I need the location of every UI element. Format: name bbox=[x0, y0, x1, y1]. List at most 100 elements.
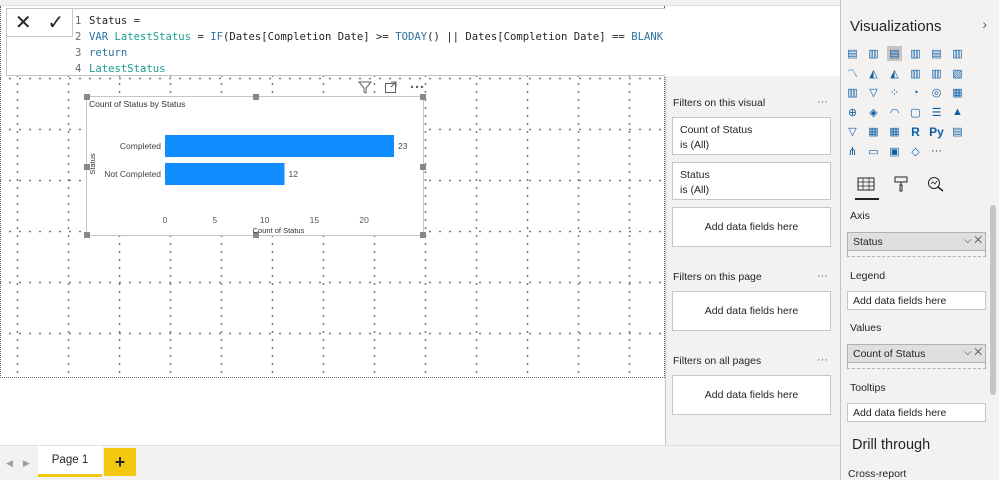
tooltips-well[interactable]: Add data fields here bbox=[847, 403, 986, 422]
matrix-icon[interactable]: ▦ bbox=[887, 124, 902, 139]
filter-card-status[interactable]: Status is (All) bbox=[672, 162, 831, 200]
map-icon[interactable]: ⊕ bbox=[845, 105, 860, 120]
code-token: BLANK bbox=[631, 31, 664, 43]
filter-icon[interactable] bbox=[358, 80, 372, 94]
stacked-column-icon[interactable]: ▥ bbox=[866, 46, 881, 61]
more-options-icon[interactable]: ··· bbox=[817, 96, 828, 108]
more-options-icon[interactable]: ··· bbox=[817, 270, 828, 282]
pane-scrollbar[interactable] bbox=[990, 205, 996, 395]
filter-field-name: Status bbox=[680, 169, 710, 181]
well-controls[interactable]: ⌵ ✕ bbox=[964, 235, 982, 246]
prev-page-icon[interactable]: ◀ bbox=[6, 458, 13, 469]
code-token: VAR bbox=[89, 31, 115, 43]
page-nav: ◀ ▶ bbox=[6, 458, 30, 469]
data-label: 23 bbox=[398, 141, 408, 151]
next-page-icon[interactable]: ▶ bbox=[23, 458, 30, 469]
key-influencers-icon[interactable]: ▤ bbox=[950, 124, 965, 139]
add-data-fields-all-pages[interactable]: Add data fields here bbox=[672, 375, 831, 415]
code-token: () || Dates[Completion Date] == bbox=[427, 31, 632, 43]
commit-icon[interactable]: ✓ bbox=[47, 13, 64, 33]
line-column-icon[interactable]: ▥ bbox=[908, 66, 923, 81]
chart-svg: Completed 23 Not Completed 12 0 5 10 15 20 Count … bbox=[88, 135, 408, 235]
treemap-icon[interactable]: ▦ bbox=[950, 85, 965, 100]
100-column-icon[interactable]: ▥ bbox=[950, 46, 965, 61]
decomposition-tree-icon[interactable]: ⋔ bbox=[845, 144, 860, 159]
code-token: = bbox=[191, 31, 211, 43]
tooltips-label: Tooltips bbox=[850, 382, 886, 394]
cross-report-label: Cross-report bbox=[848, 468, 907, 480]
bar[interactable] bbox=[165, 163, 285, 185]
100-bar-icon[interactable]: ▤ bbox=[929, 46, 944, 61]
power-bi-desktop: ✕ ✓ 1 Status = 2 VAR LatestStatus = IF(Date… bbox=[0, 0, 999, 480]
filters-page-title: Filters on this page bbox=[673, 271, 762, 283]
smart-narrative-icon[interactable]: ▣ bbox=[887, 144, 902, 159]
multi-row-card-icon[interactable]: ☰ bbox=[929, 105, 944, 120]
slicer-icon[interactable]: ▽ bbox=[845, 124, 860, 139]
line-clustered-icon[interactable]: ▥ bbox=[929, 66, 944, 81]
focus-mode-icon[interactable] bbox=[384, 80, 398, 94]
code-token: return bbox=[89, 47, 128, 59]
filters-all-pages-title: Filters on all pages bbox=[673, 355, 762, 367]
values-field: Count of Status bbox=[853, 348, 926, 360]
format-paint-roller-icon[interactable] bbox=[893, 176, 909, 192]
chevron-right-icon[interactable]: › bbox=[982, 16, 987, 32]
visual-header bbox=[358, 80, 424, 94]
line-number: 2 bbox=[75, 31, 82, 43]
pie-icon[interactable]: ◔ bbox=[908, 85, 923, 100]
bar[interactable] bbox=[165, 135, 395, 157]
more-options-icon[interactable]: ··· bbox=[817, 354, 828, 366]
filter-card-count-of-status[interactable]: Count of Status is (All) bbox=[672, 117, 831, 155]
filters-pane: Filters on this visual ··· Count of Stat… bbox=[665, 76, 840, 480]
tab-page-1[interactable]: Page 1 bbox=[38, 446, 102, 477]
kpi-icon[interactable]: ▲ bbox=[950, 105, 965, 120]
viz-tabs bbox=[857, 176, 945, 192]
more-options-icon[interactable] bbox=[410, 80, 424, 94]
x-tick-label: 10 bbox=[260, 215, 270, 225]
visual-type-grid: ▤ ▥ ▤ ▥ ▤ ▥ 〽 ◭ ◭ ▥ ▥ ▧ ▥ ▽ ⁘ ◔ ◎ ▦ ⊕ ◈ ◠ ▢ ☰ ▲ ▽ ▦ ▦ R Py ▤ ⋔ ▭ ▣ ◇ ··· bbox=[845, 46, 975, 162]
area-icon[interactable]: ◭ bbox=[866, 66, 881, 81]
code-token: IF bbox=[210, 31, 223, 43]
legend-well[interactable]: Add data fields here bbox=[847, 291, 986, 310]
stacked-area-icon[interactable]: ◭ bbox=[887, 66, 902, 81]
donut-icon[interactable]: ◎ bbox=[929, 85, 944, 100]
values-well[interactable]: Count of Status ⌵ ✕ bbox=[847, 344, 986, 363]
values-label: Values bbox=[850, 322, 882, 334]
qa-icon[interactable]: ▭ bbox=[866, 144, 881, 159]
line-icon[interactable]: 〽 bbox=[845, 66, 860, 81]
funnel-icon[interactable]: ▽ bbox=[866, 85, 881, 100]
well-controls[interactable]: ⌵ ✕ bbox=[964, 347, 982, 358]
add-data-fields-page[interactable]: Add data fields here bbox=[672, 291, 831, 331]
add-page-button[interactable]: + bbox=[104, 448, 136, 476]
clustered-column-icon[interactable]: ▥ bbox=[908, 46, 923, 61]
waterfall-icon[interactable]: ▥ bbox=[845, 85, 860, 100]
drill-through-title: Drill through bbox=[852, 437, 931, 453]
ribbon-icon[interactable]: ▧ bbox=[950, 66, 965, 81]
category-label: Not Completed bbox=[104, 169, 161, 179]
analytics-magnifier-icon[interactable] bbox=[927, 176, 945, 192]
python-visual-icon[interactable]: Py bbox=[929, 124, 944, 139]
axis-well[interactable]: Status ⌵ ✕ bbox=[847, 232, 986, 251]
drop-zone bbox=[847, 251, 986, 257]
table-icon[interactable]: ▦ bbox=[866, 124, 881, 139]
gauge-icon[interactable]: ◠ bbox=[887, 105, 902, 120]
stacked-bar-icon[interactable]: ▤ bbox=[845, 46, 860, 61]
y-axis-label: Status bbox=[88, 153, 97, 175]
code-token: (Dates[Completion Date] >= bbox=[222, 31, 396, 43]
filters-visual-title: Filters on this visual bbox=[673, 97, 766, 109]
more-icon[interactable]: ··· bbox=[929, 144, 944, 159]
line-number: 1 bbox=[75, 15, 82, 27]
x-tick-label: 5 bbox=[212, 215, 217, 225]
scatter-icon[interactable]: ⁘ bbox=[887, 85, 902, 100]
add-data-fields-visual[interactable]: Add data fields here bbox=[672, 207, 831, 247]
bar-chart-visual[interactable]: Count of Status by Status Completed 23 Not… bbox=[84, 94, 426, 238]
powerapps-icon[interactable]: ◇ bbox=[908, 144, 923, 159]
clustered-bar-icon[interactable]: ▤ bbox=[887, 46, 902, 61]
filled-map-icon[interactable]: ◈ bbox=[866, 105, 881, 120]
cancel-icon[interactable]: ✕ bbox=[15, 13, 32, 33]
visualizations-title: Visualizations bbox=[850, 18, 942, 35]
axis-field: Status bbox=[853, 236, 883, 248]
card-icon[interactable]: ▢ bbox=[908, 105, 923, 120]
line-number: 3 bbox=[75, 47, 82, 59]
r-visual-icon[interactable]: R bbox=[908, 124, 923, 139]
fields-tab-icon[interactable] bbox=[857, 176, 875, 192]
